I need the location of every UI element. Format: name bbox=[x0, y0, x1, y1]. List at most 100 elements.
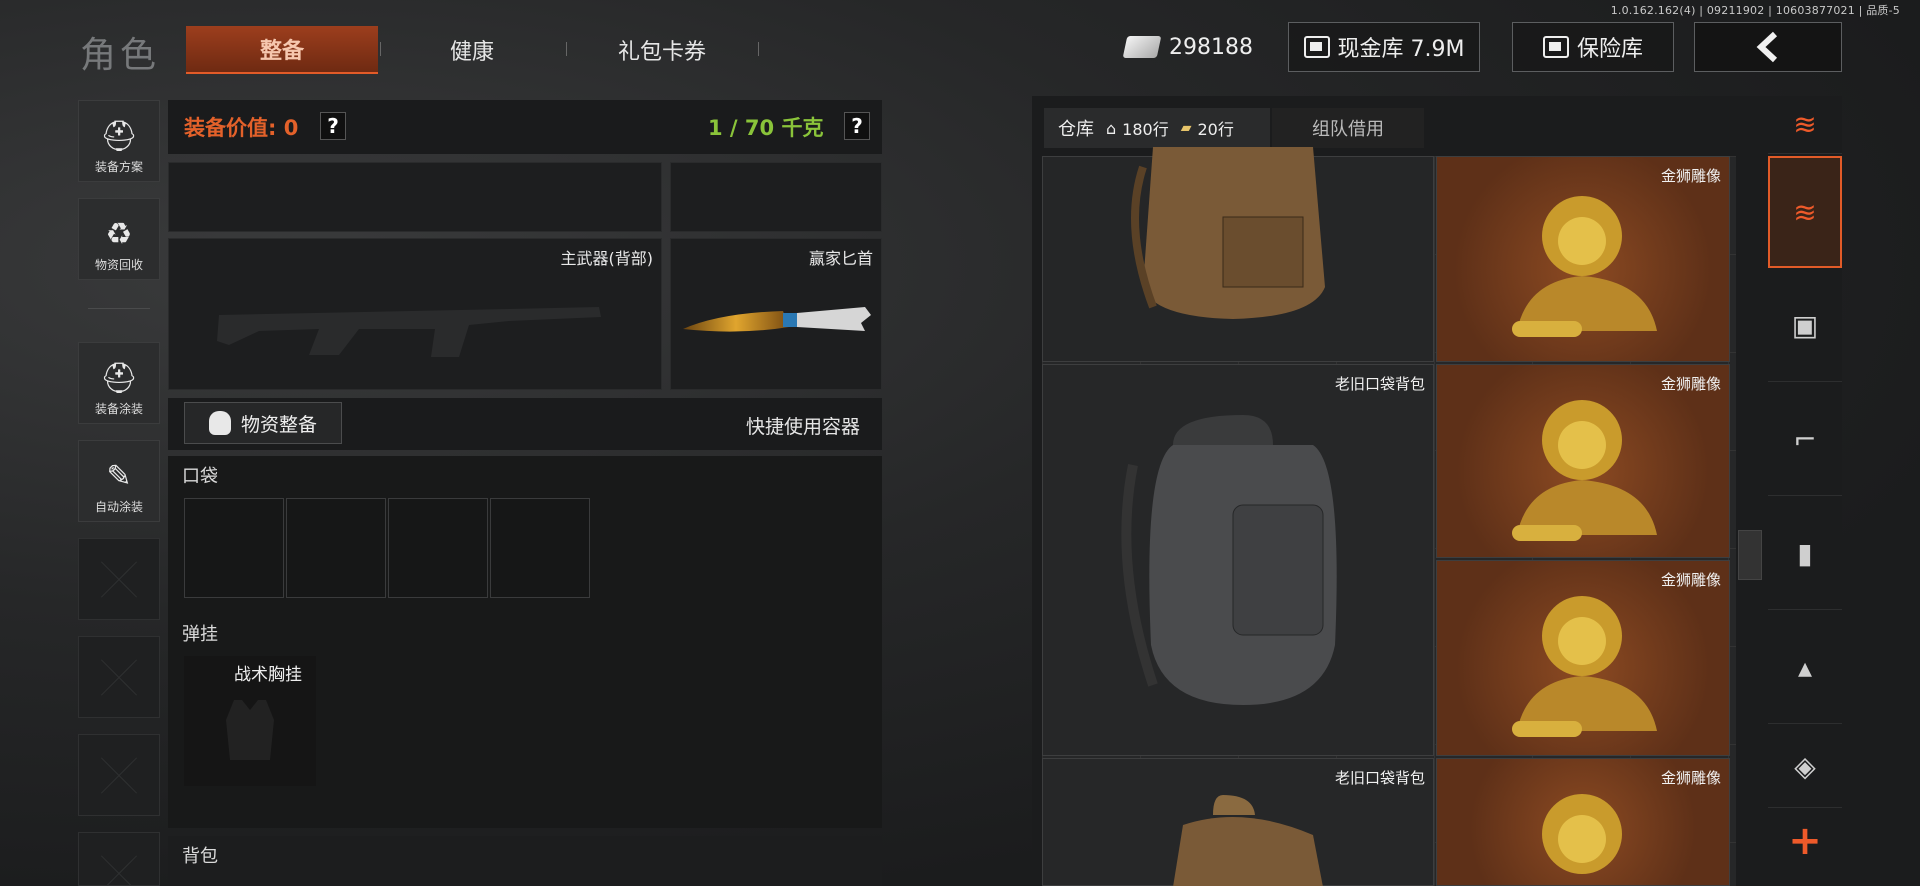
side-btn-loadout[interactable]: ⛑ 装备方案 bbox=[78, 100, 160, 182]
money-display: 298188 bbox=[1120, 22, 1258, 72]
cash-store-label: 现金库 7.9M bbox=[1337, 37, 1465, 62]
sort-button[interactable]: ≋ bbox=[1768, 96, 1842, 154]
cash-icon bbox=[1122, 36, 1162, 58]
item-gold-lion[interactable]: 金狮雕像 bbox=[1436, 364, 1730, 558]
magazine-icon: ▮ bbox=[1797, 537, 1813, 570]
item-name: 金狮雕像 bbox=[1660, 769, 1721, 787]
item-gold-lion[interactable]: 金狮雕像 bbox=[1436, 156, 1730, 362]
item-name: 金狮雕像 bbox=[1660, 571, 1721, 589]
empty-side-slot bbox=[78, 734, 160, 816]
category-ammo[interactable]: ▴ bbox=[1768, 612, 1842, 724]
version-text: 1.0.162.162(4) | 09211902 | 10603877021 … bbox=[1610, 4, 1900, 17]
item-name: 老旧口袋背包 bbox=[1334, 769, 1425, 787]
cash-store-button[interactable]: 现金库 7.9M bbox=[1288, 22, 1480, 72]
rig-label: 弹挂 bbox=[182, 624, 218, 645]
cash-store-icon bbox=[1303, 36, 1330, 58]
supply-button-label: 物资整备 bbox=[240, 413, 317, 436]
side-btn-autopaint[interactable]: ✎ 自动涂装 bbox=[78, 440, 160, 522]
home-icon: ⌂ bbox=[1106, 118, 1117, 138]
rifle-icon: ⌐ bbox=[1793, 423, 1817, 456]
ammo-icon: ▴ bbox=[1797, 651, 1813, 684]
primary-weapon-slot[interactable]: 主武器(背部) bbox=[168, 238, 662, 390]
tab-warehouse[interactable]: 仓库 ⌂ 180行 ▰ 20行 bbox=[1044, 108, 1270, 148]
backpack-bar bbox=[168, 836, 882, 886]
pocket-slot[interactable] bbox=[388, 498, 488, 598]
gold-lion-icon bbox=[1512, 400, 1657, 541]
warehouse-grid[interactable]: 金狮雕像 老旧口袋背包 金狮雕像 金狮雕像 老旧口袋背包 金狮雕像 bbox=[1042, 147, 1736, 886]
quick-container-label: 快捷使用容器 bbox=[746, 416, 861, 438]
item-name: 金狮雕像 bbox=[1660, 167, 1721, 185]
ticket-icon: ▰ bbox=[1180, 120, 1192, 136]
stack-layers-icon: ≋ bbox=[1793, 195, 1817, 229]
home-rows: 180行 bbox=[1122, 120, 1169, 139]
brown-backpack-icon bbox=[1173, 795, 1323, 886]
rifle-silhouette-icon bbox=[217, 307, 601, 357]
back-button[interactable] bbox=[1694, 22, 1842, 72]
sort-layers-icon: ≋ bbox=[1793, 108, 1817, 141]
vest-silhouette-icon bbox=[226, 700, 274, 760]
helmet-paint-icon: ⛑ bbox=[99, 361, 139, 396]
item-backpack[interactable]: 老旧口袋背包 bbox=[1042, 364, 1434, 756]
backpack-label: 背包 bbox=[182, 846, 218, 867]
helmet-grid-icon: ⛑ bbox=[99, 119, 139, 154]
gold-lion-icon bbox=[1512, 196, 1657, 337]
page-title: 角色 bbox=[80, 35, 161, 76]
safe-store-label: 保险库 bbox=[1576, 37, 1643, 62]
back-arrow-icon bbox=[1756, 31, 1778, 63]
category-magazine[interactable]: ▮ bbox=[1768, 498, 1842, 610]
brush-gear-icon: ✎ bbox=[106, 459, 132, 494]
value-help-button[interactable]: ? bbox=[320, 112, 346, 140]
category-all[interactable]: ≋ bbox=[1768, 156, 1842, 268]
item-gold-lion[interactable]: 金狮雕像 bbox=[1436, 758, 1730, 886]
tab-health[interactable]: 健康 bbox=[388, 26, 556, 74]
brown-backpack-icon bbox=[1131, 147, 1325, 319]
side-btn-label: 物资回收 bbox=[94, 258, 143, 272]
side-btn-label: 自动涂装 bbox=[94, 500, 143, 514]
supply-button[interactable]: 物资整备 bbox=[184, 402, 342, 444]
item-backpack[interactable]: 老旧口袋背包 bbox=[1042, 758, 1434, 886]
tab-divider bbox=[758, 42, 759, 56]
golden-knife-icon bbox=[683, 307, 871, 332]
weight-indicator: 1 / 70 千克 bbox=[708, 116, 824, 140]
pocket-slot[interactable] bbox=[184, 498, 284, 598]
equipment-value: 装备价值: 0 bbox=[184, 116, 299, 140]
item-backpack[interactable] bbox=[1042, 147, 1434, 362]
item-gold-lion[interactable]: 金狮雕像 bbox=[1436, 560, 1730, 756]
knife-slot[interactable]: 赢家匕首 bbox=[670, 238, 882, 390]
warehouse-scrollbar[interactable] bbox=[1738, 530, 1762, 580]
tab-team-borrow[interactable]: 组队借用 bbox=[1272, 108, 1424, 148]
equipment-slot[interactable] bbox=[670, 162, 882, 232]
category-attachment[interactable]: ◈ bbox=[1768, 726, 1842, 808]
supply-icon bbox=[208, 411, 231, 435]
equipment-slot[interactable] bbox=[168, 162, 662, 232]
item-name: 金狮雕像 bbox=[1660, 375, 1721, 393]
empty-side-slot bbox=[78, 832, 160, 886]
money-amount: 298188 bbox=[1169, 34, 1253, 60]
tab-gift[interactable]: 礼包卡券 bbox=[566, 26, 758, 74]
category-armor[interactable]: ▣ bbox=[1768, 270, 1842, 382]
slot-title: 主武器(背部) bbox=[560, 249, 654, 268]
safe-store-button[interactable]: 保险库 bbox=[1512, 22, 1674, 72]
pocket-slot[interactable] bbox=[286, 498, 386, 598]
category-weapon[interactable]: ⌐ bbox=[1768, 384, 1842, 496]
side-btn-recycle[interactable]: ♻ 物资回收 bbox=[78, 198, 160, 280]
side-divider bbox=[88, 308, 150, 309]
recycle-face-icon: ♻ bbox=[105, 217, 133, 252]
gold-lion-icon bbox=[1542, 794, 1622, 874]
item-name: 老旧口袋背包 bbox=[1334, 375, 1425, 393]
gold-lion-icon bbox=[1512, 596, 1657, 737]
empty-side-slot bbox=[78, 636, 160, 718]
side-btn-paint[interactable]: ⛑ 装备涂装 bbox=[78, 342, 160, 424]
pocket-slot[interactable] bbox=[490, 498, 590, 598]
tab-equip[interactable]: 整备 bbox=[186, 26, 378, 74]
gray-backpack-icon bbox=[1121, 415, 1337, 705]
tab-divider bbox=[380, 42, 381, 56]
slot-title: 赢家匕首 bbox=[808, 249, 873, 268]
side-btn-label: 装备方案 bbox=[94, 160, 143, 174]
warehouse-label: 仓库 bbox=[1058, 119, 1094, 140]
side-btn-label: 装备涂装 bbox=[94, 402, 143, 416]
weight-help-button[interactable]: ? bbox=[844, 112, 870, 140]
add-button[interactable]: + bbox=[1768, 810, 1842, 872]
ticket-rows: 20行 bbox=[1197, 120, 1234, 139]
scope-icon: ◈ bbox=[1794, 750, 1816, 783]
